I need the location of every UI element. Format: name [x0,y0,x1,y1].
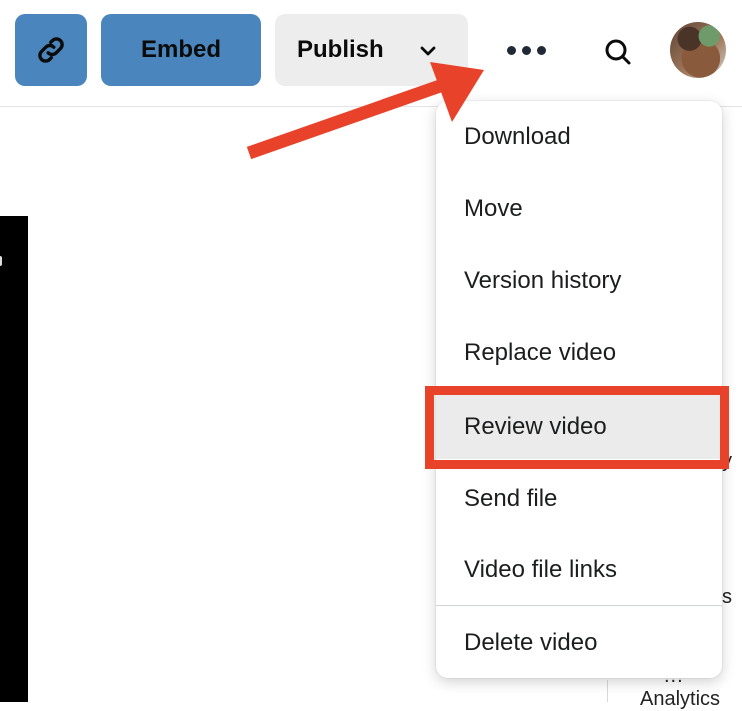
menu-item-review-video[interactable]: Review video [436,395,722,459]
publish-button[interactable]: Publish [275,14,468,86]
background-text: s [722,586,732,608]
search-icon [605,39,631,65]
embed-button[interactable]: Embed [101,14,261,86]
video-player[interactable] [0,216,28,702]
link-icon [38,37,64,63]
more-options-menu: Download Move Version history Replace vi… [436,101,722,678]
menu-item-label: Download [464,123,571,150]
player-control-icon [0,256,2,266]
menu-item-label: Move [464,195,523,222]
menu-item-label: Replace video [464,339,617,366]
menu-item-label: Version history [464,267,622,294]
search-button[interactable] [600,34,636,70]
sidebar-divider [607,680,608,702]
menu-item-replace-video[interactable]: Replace video [436,321,722,385]
menu-item-label: Review video [464,413,607,440]
menu-item-label: Video file links [464,556,617,583]
menu-item-download[interactable]: Download [436,105,722,169]
menu-item-label: Send file [464,485,558,512]
menu-item-move[interactable]: Move [436,177,722,241]
menu-item-send-file[interactable]: Send file [436,467,722,531]
more-horizontal-icon [506,45,516,55]
chevron-down-icon [420,46,436,56]
copy-link-button[interactable] [15,14,87,86]
menu-item-delete-video[interactable]: Delete video [436,611,722,675]
more-options-button[interactable] [500,30,552,70]
menu-divider [436,605,722,606]
more-horizontal-icon [536,45,546,55]
sidebar-item-analytics[interactable]: Analytics [640,688,720,711]
avatar[interactable] [670,22,726,78]
menu-item-video-file-links[interactable]: Video file links [436,538,722,602]
embed-label: Embed [140,36,221,63]
publish-label: Publish [297,36,384,63]
background-text: y [722,450,732,472]
top-toolbar: Embed Publish [0,0,742,107]
menu-item-version-history[interactable]: Version history [436,249,722,313]
menu-item-label: Delete video [464,629,598,656]
more-horizontal-icon [521,45,531,55]
